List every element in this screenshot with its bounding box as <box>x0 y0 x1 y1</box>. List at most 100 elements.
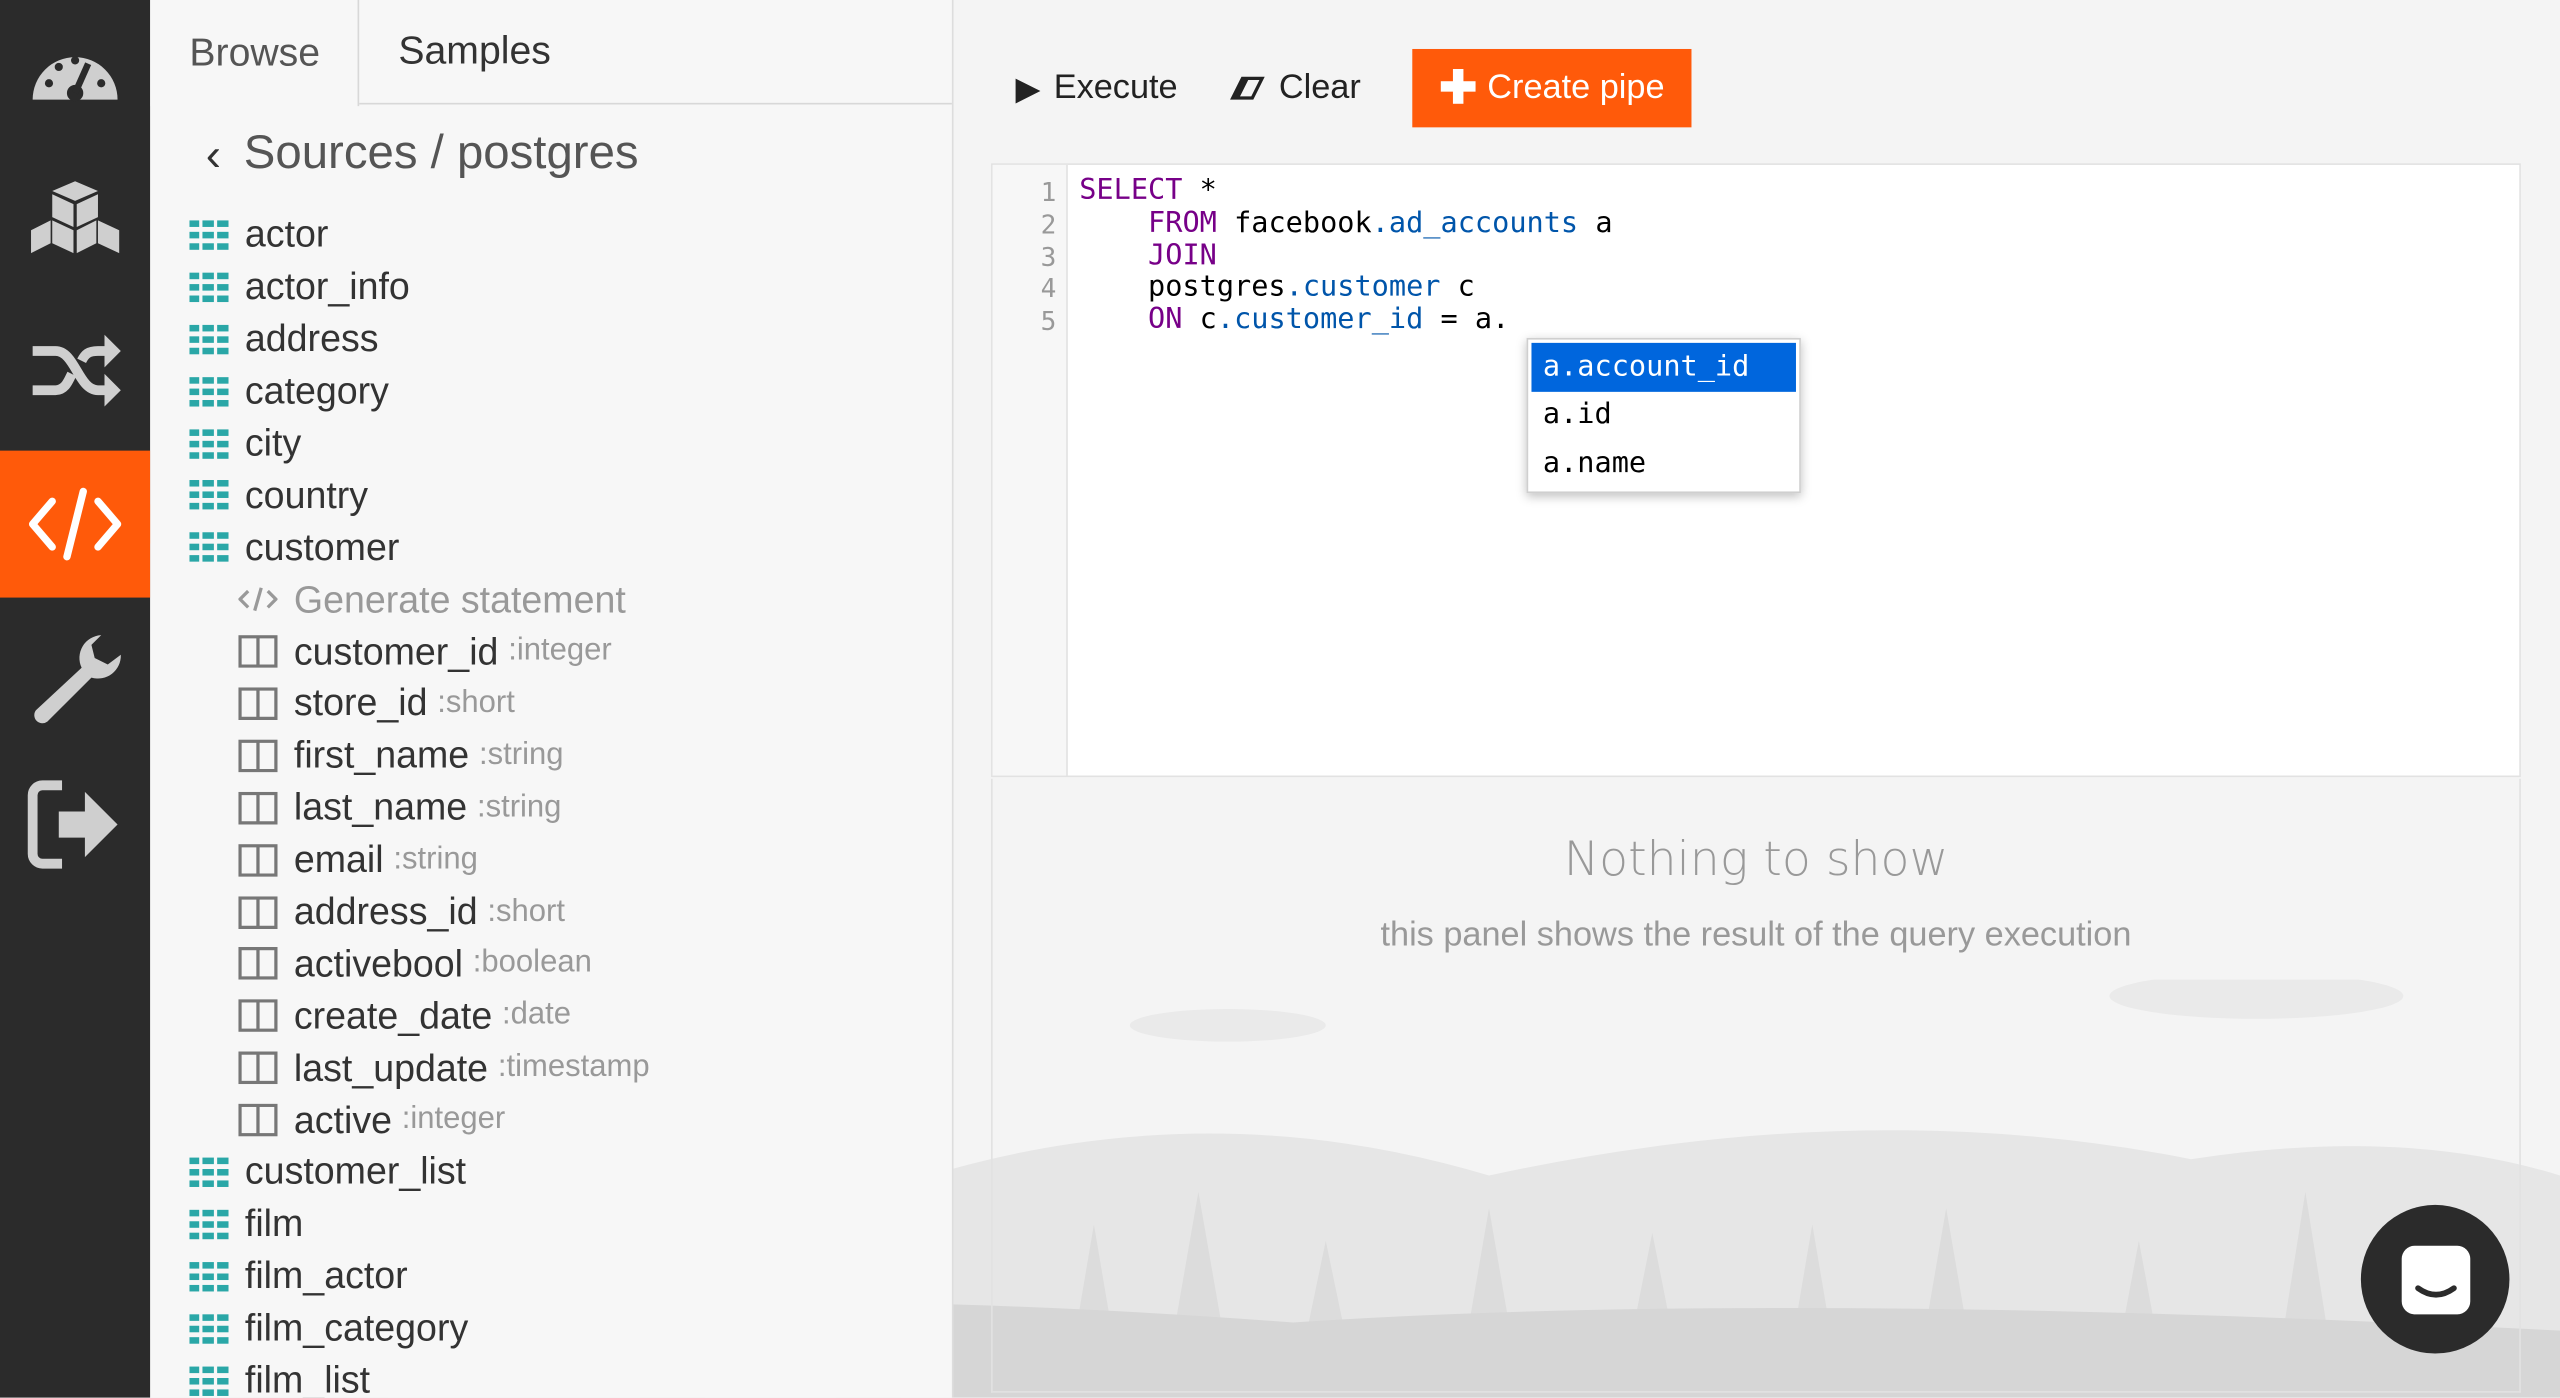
sign-out-icon <box>27 780 118 869</box>
execute-label: Execute <box>1053 68 1178 107</box>
line-gutter: 12345 <box>992 164 1068 776</box>
rail-pipes[interactable] <box>0 297 150 444</box>
play-icon: ▶ <box>1015 71 1041 107</box>
line-number: 1 <box>1040 176 1057 208</box>
table-name: category <box>244 369 389 412</box>
column-icon <box>238 947 278 981</box>
speedometer-icon <box>32 56 118 102</box>
column-type: :short <box>437 685 515 720</box>
rail-dashboard[interactable] <box>0 3 150 150</box>
table-icon <box>189 1365 229 1396</box>
rail-logout[interactable] <box>0 751 150 898</box>
tree-column[interactable]: customer_id:integer <box>189 626 940 678</box>
tree-table[interactable]: category <box>189 365 940 417</box>
clear-button[interactable]: Clear <box>1230 69 1361 108</box>
column-icon <box>238 1051 278 1085</box>
breadcrumb-label: Sources / postgres <box>243 127 639 180</box>
generate-statement[interactable]: Generate statement <box>189 573 940 625</box>
autocomplete-item[interactable]: a.name <box>1531 439 1795 487</box>
tree-table[interactable]: actor <box>189 209 940 261</box>
column-icon <box>238 999 278 1033</box>
column-type: :date <box>502 998 572 1033</box>
tab-samples[interactable]: Samples <box>359 0 571 104</box>
tree-table[interactable]: city <box>189 417 940 469</box>
table-name: film_actor <box>244 1254 408 1297</box>
column-name: address_id <box>293 889 478 933</box>
empty-state-subtitle: this panel shows the result of the query… <box>1380 915 2132 954</box>
breadcrumb[interactable]: ‹ Sources / postgres <box>206 127 639 181</box>
column-name: last_name <box>293 785 468 829</box>
rail-query[interactable] <box>0 450 170 598</box>
tree-table[interactable]: address <box>189 313 940 365</box>
table-name: address <box>244 317 379 360</box>
tree-column[interactable]: last_name:string <box>189 782 940 834</box>
source-tree: actor actor_info address category city countr… <box>189 209 940 1398</box>
browser-tabs: Browse Samples <box>150 0 952 107</box>
tree-column[interactable]: store_id:short <box>189 678 940 730</box>
tab-browse[interactable]: Browse <box>150 0 360 107</box>
tree-table[interactable]: film_category <box>189 1302 940 1354</box>
column-icon <box>238 791 278 825</box>
autocomplete-item[interactable]: a.account_id <box>1531 342 1796 392</box>
shuffle-icon <box>32 334 121 407</box>
table-icon <box>189 376 229 406</box>
table-name: film_category <box>244 1306 469 1349</box>
tree-column[interactable]: address_id:short <box>189 886 940 938</box>
table-name: actor <box>244 212 329 256</box>
line-number: 5 <box>1040 305 1057 337</box>
tree-table[interactable]: film <box>189 1198 940 1250</box>
column-name: active <box>293 1098 393 1141</box>
rail-sources[interactable] <box>0 150 150 297</box>
column-name: activebool <box>293 941 463 985</box>
column-name: first_name <box>293 733 470 777</box>
generate-statement-label: Generate statement <box>293 577 626 620</box>
autocomplete-dropdown: a.account_id a.id a.name <box>1526 337 1801 493</box>
tree-column[interactable]: email:string <box>189 834 940 886</box>
tree-table[interactable]: film_actor <box>189 1250 940 1302</box>
line-number: 3 <box>1040 240 1057 272</box>
tree-table[interactable]: customer <box>189 521 940 573</box>
eraser-icon <box>1230 76 1266 100</box>
table-name: film <box>244 1202 304 1245</box>
table-icon <box>189 272 229 302</box>
tree-table[interactable]: customer_list <box>189 1146 940 1198</box>
table-icon <box>189 220 229 250</box>
table-name: customer_list <box>244 1150 467 1193</box>
column-type: :timestamp <box>497 1050 650 1085</box>
tree-column[interactable]: last_update:timestamp <box>189 1042 940 1094</box>
column-name: create_date <box>293 993 493 1037</box>
tree-column[interactable]: create_date :date <box>189 990 940 1042</box>
autocomplete-item[interactable]: a.id <box>1531 391 1795 439</box>
plus-icon: ✚ <box>1439 62 1478 113</box>
tree-table[interactable]: film_list <box>189 1354 940 1398</box>
chat-launcher[interactable] <box>2360 1204 2510 1354</box>
column-icon <box>238 843 278 877</box>
table-name: customer <box>244 525 400 568</box>
sql-code[interactable]: SELECT * FROM facebook.ad_accounts a JOI… <box>1079 175 1612 338</box>
column-type: :integer <box>508 633 612 668</box>
source-browser: Browse Samples ‹ Sources / postgres acto… <box>150 0 954 1398</box>
table-icon <box>189 428 229 458</box>
column-type: :boolean <box>472 945 592 981</box>
rail-settings[interactable] <box>0 604 150 751</box>
table-icon <box>189 1157 229 1187</box>
table-icon <box>189 532 229 563</box>
tree-column[interactable]: first_name:string <box>189 730 940 782</box>
table-icon <box>189 1313 229 1344</box>
tree-column[interactable]: activebool:boolean <box>189 938 940 990</box>
column-icon <box>238 739 278 773</box>
tree-table[interactable]: country <box>189 469 940 521</box>
tree-table[interactable]: actor_info <box>189 261 940 313</box>
column-type: :string <box>478 737 564 773</box>
chevron-left-icon: ‹ <box>205 128 221 179</box>
create-pipe-label: Create pipe <box>1487 68 1665 107</box>
table-icon <box>189 1261 229 1292</box>
execute-button[interactable]: ▶ Execute <box>1016 68 1178 109</box>
results-panel: Nothing to show this panel shows the res… <box>991 778 2521 1393</box>
table-name: country <box>244 473 369 516</box>
tree-column[interactable]: active:integer <box>189 1094 940 1146</box>
table-name: film_list <box>244 1358 371 1398</box>
column-name: last_update <box>293 1046 489 1089</box>
line-number: 2 <box>1040 208 1057 240</box>
create-pipe-button[interactable]: ✚ Create pipe <box>1413 48 1691 128</box>
